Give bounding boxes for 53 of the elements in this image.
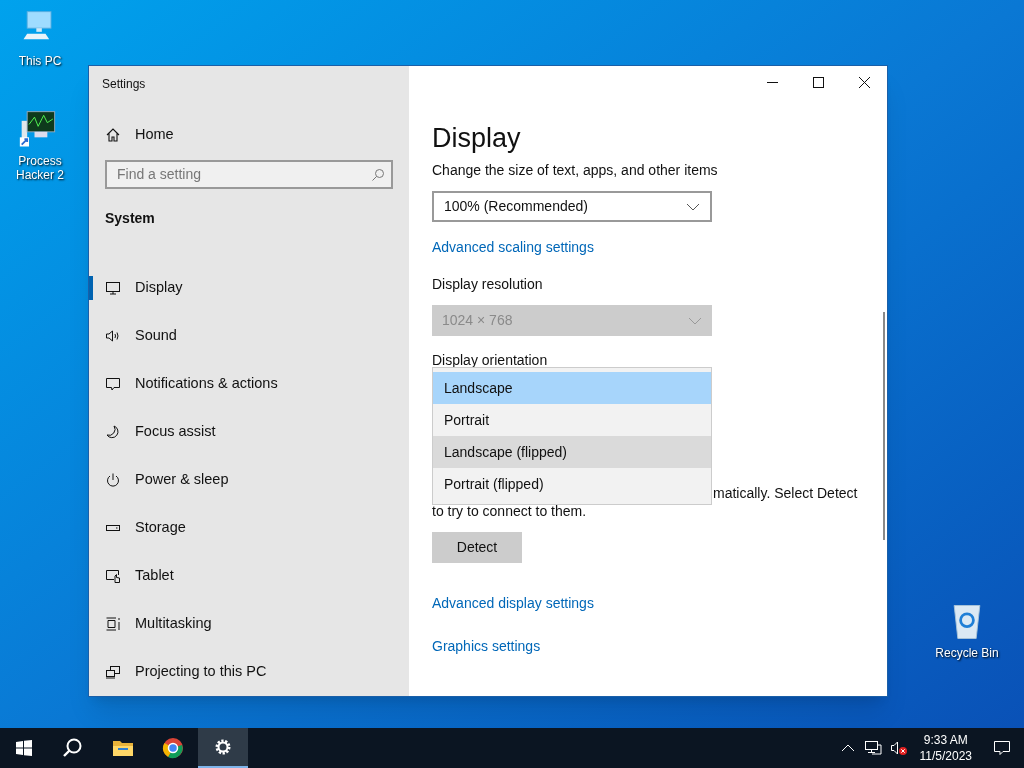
notifications-icon [993,739,1011,757]
power-icon [105,472,121,488]
home-nav-item[interactable]: Home [89,113,409,157]
volume-muted-icon[interactable] [889,740,908,756]
taskbar-button[interactable] [198,728,248,768]
tablet-icon [105,568,121,584]
clock[interactable]: 9:33 AM 11/5/2023 [911,732,980,764]
minimize-icon [766,81,778,83]
field-label: Display orientation [432,351,549,370]
nav-item[interactable]: Multitasking [89,600,409,648]
page-heading: Display [432,122,522,155]
dropdown-option[interactable]: Landscape [433,372,711,404]
close-icon [858,76,870,88]
search-field[interactable]: Find a setting [105,160,393,190]
description-text: to try to connect to them. [432,502,587,520]
windows-logo-icon [16,740,32,756]
network-icon[interactable] [863,740,882,756]
nav-item[interactable]: Power & sleep [89,456,409,504]
scrollbar[interactable] [883,312,885,540]
search-icon [371,167,385,182]
window-title: Settings [101,76,147,93]
dropdown-option[interactable]: Landscape (flipped) [433,436,711,468]
description-text: matically. Select Detect [713,484,858,502]
nav-item[interactable]: Storage [89,504,409,552]
nav-item[interactable]: Projecting to this PC [89,648,409,696]
nav-item[interactable]: Notifications & actions [89,360,409,408]
home-icon [105,126,121,143]
detect-button[interactable]: Detect [432,532,522,563]
focus-icon [105,424,121,440]
chevron-up-icon[interactable] [840,743,855,753]
display-icon [105,280,121,296]
sound-icon [105,328,121,344]
chevron-down-icon [688,315,702,326]
icon-label[interactable]: Recycle Bin [927,646,1007,660]
chevron-down-icon [686,201,700,212]
advanced-scaling-link[interactable]: Advanced scaling settings [432,237,594,258]
search-input[interactable]: Find a setting [117,164,371,186]
field-label: Change the size of text, apps, and other items [432,161,719,180]
maximize-icon [812,76,824,88]
search-icon [62,737,84,759]
notifications-icon [105,376,121,392]
field-label: Display resolution [432,275,544,294]
settings-link[interactable]: Graphics settings [432,636,541,657]
projecting-icon [105,664,121,680]
multitasking-icon [105,616,121,632]
dropdown: 1024 × 768 [432,305,712,336]
nav-item[interactable]: Tablet [89,552,409,600]
section-heading: System [104,209,156,229]
dropdown[interactable]: 100% (Recommended) [432,191,712,222]
nav-item[interactable]: Sound [89,312,409,360]
browser-icon [162,737,184,759]
settings-link[interactable]: Advanced display settings [432,593,594,614]
nav-item[interactable]: Focus assist [89,408,409,456]
